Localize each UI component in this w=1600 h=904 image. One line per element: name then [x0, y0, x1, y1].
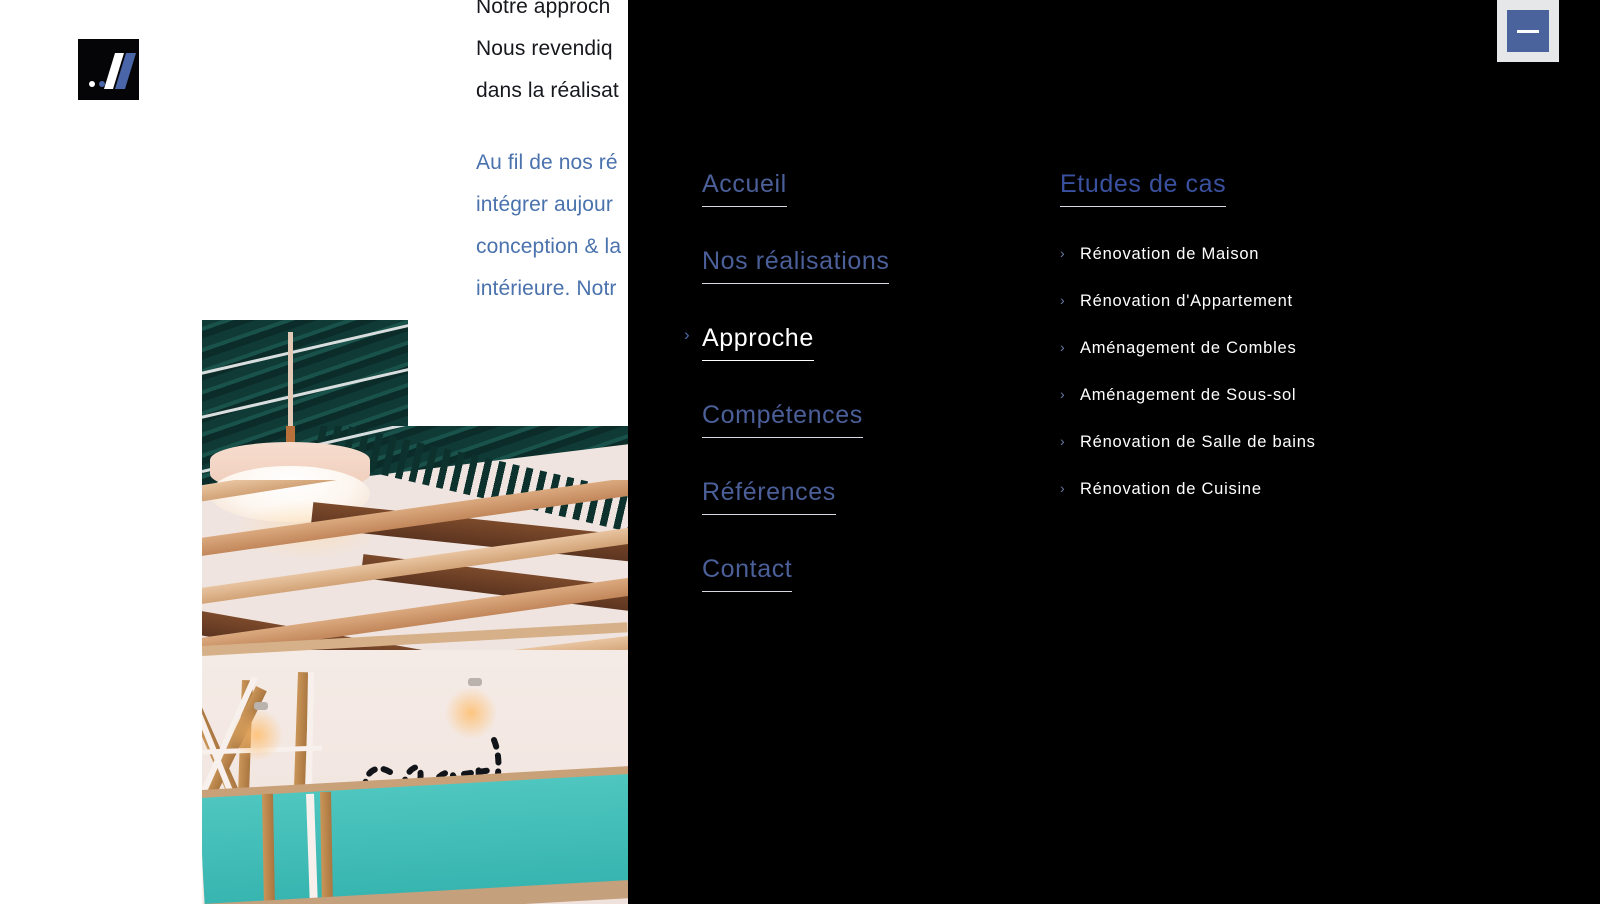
case-studies-navigation: Etudes de cas › Rénovation de Maison › R…: [1060, 170, 1316, 527]
wainscot-post-2: [320, 791, 334, 904]
case-study-amenagement-de-combles[interactable]: › Aménagement de Combles: [1060, 339, 1316, 358]
minimize-window-button[interactable]: [1497, 0, 1559, 62]
wall-lamp-left: [254, 702, 268, 710]
nav-item-approche[interactable]: › Approche: [684, 324, 814, 361]
nav-item-approche-label: Approche: [702, 324, 814, 352]
nav-item-references[interactable]: Références: [702, 478, 836, 515]
pendant-cord-upper: [288, 332, 293, 426]
case-study-renovation-d-appartement-label: Rénovation d'Appartement: [1080, 292, 1293, 310]
nav-item-accueil[interactable]: Accueil: [702, 170, 787, 207]
navigation-overlay: Accueil Nos réalisations › Approche Comp…: [628, 0, 1600, 904]
app-root: Notre approch Nous revendiq dans la réal…: [0, 0, 1600, 904]
case-study-renovation-de-cuisine-label: Rénovation de Cuisine: [1080, 480, 1262, 498]
wall-lamp-right: [468, 678, 482, 686]
photo-scene-upper: [202, 320, 408, 426]
nav-item-nos-realisations[interactable]: Nos réalisations: [702, 247, 890, 284]
chevron-right-icon-sous-sol: ›: [1060, 386, 1066, 402]
wall-lamp-glow-left: [230, 708, 284, 762]
case-study-renovation-de-salle-de-bains[interactable]: › Rénovation de Salle de bains: [1060, 433, 1316, 452]
nav-item-competences-label: Compétences: [702, 401, 863, 429]
nav-item-contact-label: Contact: [702, 555, 793, 583]
company-logo-mark[interactable]: [78, 39, 139, 100]
photo-notch: [408, 320, 628, 426]
case-study-amenagement-de-combles-label: Aménagement de Combles: [1080, 339, 1297, 357]
photo-crop-main: [202, 426, 628, 904]
case-study-amenagement-de-sous-sol-label: Aménagement de Sous-sol: [1080, 386, 1297, 404]
case-study-renovation-de-maison[interactable]: › Rénovation de Maison: [1060, 245, 1316, 264]
nav-item-competences[interactable]: Compétences: [702, 401, 863, 438]
minimize-icon: [1507, 10, 1549, 52]
chevron-right-icon-salle-de-bains: ›: [1060, 433, 1066, 449]
primary-navigation: Accueil Nos réalisations › Approche Comp…: [684, 170, 890, 632]
photo-crop-upper: [202, 320, 408, 426]
photo-scene-main: [202, 426, 628, 904]
interior-architecture-photo: [202, 320, 628, 904]
case-study-renovation-d-appartement[interactable]: › Rénovation d'Appartement: [1060, 292, 1316, 311]
chevron-right-icon-appartement: ›: [1060, 292, 1066, 308]
wainscot-post-1: [262, 793, 276, 904]
chevron-right-icon-cuisine: ›: [1060, 480, 1066, 496]
chevron-right-icon-combles: ›: [1060, 339, 1066, 355]
case-study-amenagement-de-sous-sol[interactable]: › Aménagement de Sous-sol: [1060, 386, 1316, 405]
nav-item-references-label: Références: [702, 478, 836, 506]
case-study-renovation-de-maison-label: Rénovation de Maison: [1080, 245, 1260, 263]
chevron-right-icon-maison: ›: [1060, 245, 1066, 261]
case-study-renovation-de-cuisine[interactable]: › Rénovation de Cuisine: [1060, 480, 1316, 499]
nav-item-nos-realisations-label: Nos réalisations: [702, 247, 890, 275]
nav-item-accueil-label: Accueil: [702, 170, 787, 198]
logo-dot-white: [89, 81, 95, 87]
nav-item-contact[interactable]: Contact: [702, 555, 793, 592]
chevron-right-icon-approche: ›: [684, 325, 691, 344]
case-study-renovation-de-salle-de-bains-label: Rénovation de Salle de bains: [1080, 433, 1316, 451]
case-studies-heading[interactable]: Etudes de cas: [1060, 170, 1227, 207]
